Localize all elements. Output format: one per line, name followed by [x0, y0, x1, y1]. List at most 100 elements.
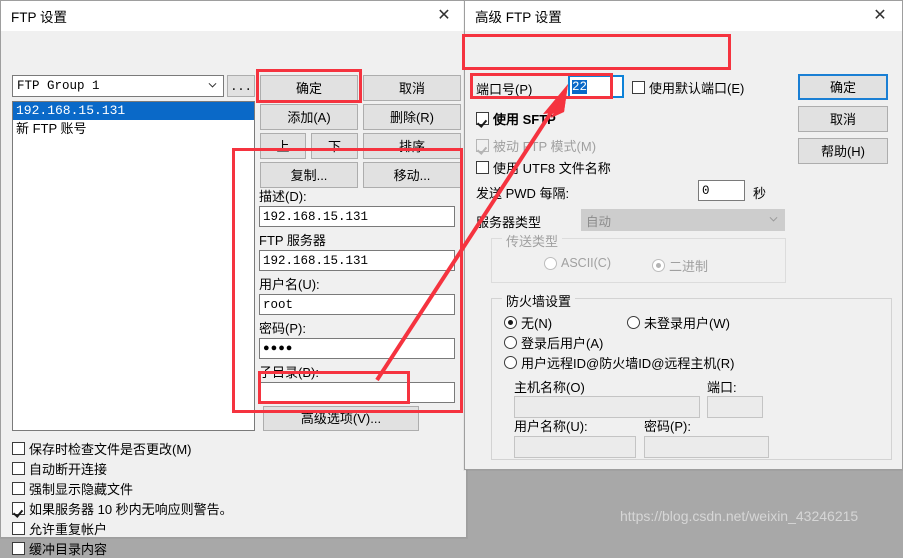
- subdirectory-label: 子目录(B):: [259, 365, 319, 380]
- use-default-port-label: 使用默认端口(E): [649, 81, 745, 96]
- ftp-account-list[interactable]: 192.168.15.131 新 FTP 账号: [12, 101, 255, 431]
- checkbox-icon[interactable]: [476, 112, 489, 125]
- advanced-options-button[interactable]: 高级选项(V)...: [263, 406, 419, 431]
- port-input[interactable]: 22: [568, 75, 624, 98]
- advanced-ftp-titlebar: 高级 FTP 设置 ✕: [465, 1, 902, 31]
- firewall-radio-notlogged[interactable]: 未登录用户(W): [627, 313, 730, 332]
- server-type-value: 自动: [586, 214, 612, 229]
- firewall-port-label: 端口:: [707, 380, 737, 395]
- list-item[interactable]: 192.168.15.131: [13, 102, 254, 120]
- send-pwd-input[interactable]: 0: [698, 180, 745, 201]
- username-input[interactable]: root: [259, 294, 455, 315]
- transfer-ascii-label: ASCII(C): [561, 256, 611, 270]
- firewall-radio-none[interactable]: 无(N): [504, 313, 552, 332]
- description-input[interactable]: 192.168.15.131: [259, 206, 455, 227]
- advanced-cancel-button[interactable]: 取消: [798, 106, 888, 132]
- close-icon[interactable]: ✕: [422, 1, 466, 31]
- firewall-pass-label: 密码(P):: [644, 419, 691, 434]
- ftp-settings-title: FTP 设置: [11, 10, 68, 25]
- radio-icon[interactable]: [627, 316, 640, 329]
- radio-icon[interactable]: [504, 336, 517, 349]
- option-label: 允许重复帐户: [29, 522, 108, 537]
- option-row[interactable]: 保存时检查文件是否更改(M): [12, 439, 192, 458]
- option-row[interactable]: 缓冲目录内容: [12, 539, 107, 558]
- option-label: 缓冲目录内容: [29, 542, 108, 557]
- option-row[interactable]: 自动断开连接: [12, 459, 107, 478]
- move-up-button[interactable]: 上: [260, 133, 306, 159]
- username-label: 用户名(U):: [259, 277, 320, 292]
- ftp-group-combo[interactable]: FTP Group 1: [12, 75, 224, 97]
- advanced-ok-button[interactable]: 确定: [798, 74, 888, 100]
- firewall-user-label: 用户名称(U):: [514, 419, 588, 434]
- firewall-user-input[interactable]: [514, 436, 636, 458]
- option-label: 如果服务器 10 秒内无响应则警告。: [29, 502, 233, 517]
- passive-ftp-row: 被动 FTP 模式(M): [476, 136, 596, 155]
- remove-button[interactable]: 删除(R): [363, 104, 461, 130]
- sort-button[interactable]: 排序: [363, 133, 461, 159]
- option-row[interactable]: 如果服务器 10 秒内无响应则警告。: [12, 499, 233, 518]
- checkbox-icon[interactable]: [12, 482, 25, 495]
- firewall-radio-remoteid[interactable]: 用户远程ID@防火墙ID@远程主机(R): [504, 353, 734, 372]
- firewall-host-label: 主机名称(O): [514, 380, 585, 395]
- advanced-ftp-window: 高级 FTP 设置 ✕ 端口号(P) 22 使用默认端口(E) 使用 SFTP …: [464, 0, 903, 470]
- transfer-binary-row: 二进制: [652, 256, 708, 275]
- option-label: 强制显示隐藏文件: [29, 482, 134, 497]
- password-input[interactable]: ●●●●: [259, 338, 455, 359]
- watermark: https://blog.csdn.net/weixin_43246215: [620, 508, 859, 524]
- checkbox-icon[interactable]: [12, 502, 25, 515]
- ftp-server-input[interactable]: 192.168.15.131: [259, 250, 455, 271]
- checkbox-icon[interactable]: [12, 462, 25, 475]
- chevron-down-icon: [208, 82, 217, 88]
- close-icon[interactable]: ✕: [858, 1, 902, 31]
- add-button[interactable]: 添加(A): [260, 104, 358, 130]
- radio-icon[interactable]: [504, 316, 517, 329]
- option-row[interactable]: 允许重复帐户: [12, 519, 107, 538]
- checkbox-icon[interactable]: [12, 542, 25, 555]
- checkbox-icon[interactable]: [632, 81, 645, 94]
- radio-icon[interactable]: [504, 356, 517, 369]
- advanced-help-button[interactable]: 帮助(H): [798, 138, 888, 164]
- firewall-radio-afterlogin[interactable]: 登录后用户(A): [504, 333, 603, 352]
- port-input-value: 22: [572, 79, 588, 94]
- server-type-label: 服务器类型: [476, 215, 542, 230]
- firewall-host-input[interactable]: [514, 396, 700, 418]
- radio-icon: [544, 256, 557, 270]
- passive-ftp-label: 被动 FTP 模式(M): [493, 139, 597, 154]
- move-button[interactable]: 移动...: [363, 162, 461, 188]
- list-item[interactable]: 新 FTP 账号: [13, 120, 254, 138]
- firewall-title: 防火墙设置: [502, 291, 576, 310]
- transfer-type-group: 传送类型 ASCII(C) 二进制: [491, 231, 786, 283]
- subdirectory-input[interactable]: [259, 382, 455, 403]
- option-label: 自动断开连接: [29, 462, 108, 477]
- ok-button[interactable]: 确定: [260, 75, 358, 101]
- checkbox-icon[interactable]: [476, 161, 489, 174]
- use-utf8-label: 使用 UTF8 文件名称: [493, 161, 611, 176]
- firewall-radio-label: 未登录用户(W): [644, 316, 730, 331]
- checkbox-icon[interactable]: [12, 522, 25, 535]
- copy-button[interactable]: 复制...: [260, 162, 358, 188]
- send-pwd-label: 发送 PWD 每隔:: [476, 186, 570, 201]
- cancel-button[interactable]: 取消: [363, 75, 461, 101]
- move-down-button[interactable]: 下: [311, 133, 358, 159]
- ftp-server-label: FTP 服务器: [259, 233, 326, 248]
- chevron-down-icon: [769, 216, 778, 222]
- firewall-radio-label: 无(N): [521, 316, 553, 331]
- use-sftp-row[interactable]: 使用 SFTP: [476, 109, 556, 128]
- description-label: 描述(D):: [259, 189, 307, 204]
- ftp-settings-window: FTP 设置 ✕ FTP Group 1 ... 192.168.15.131 …: [0, 0, 467, 557]
- browse-button[interactable]: ...: [227, 75, 255, 97]
- ftp-group-combo-value: FTP Group 1: [17, 79, 100, 93]
- send-pwd-unit: 秒: [753, 186, 767, 201]
- checkbox-icon[interactable]: [12, 442, 25, 455]
- checkbox-icon: [476, 139, 489, 152]
- use-utf8-row[interactable]: 使用 UTF8 文件名称: [476, 158, 611, 177]
- firewall-pass-input[interactable]: [644, 436, 769, 458]
- firewall-port-input[interactable]: [707, 396, 763, 418]
- option-row[interactable]: 强制显示隐藏文件: [12, 479, 133, 498]
- firewall-group: 防火墙设置 无(N) 未登录用户(W) 登录后用户(A) 用户远程ID@防火墙I…: [491, 291, 892, 460]
- transfer-binary-label: 二进制: [669, 259, 709, 274]
- ftp-settings-titlebar: FTP 设置 ✕: [1, 1, 466, 31]
- radio-icon: [652, 259, 665, 272]
- use-default-port-row[interactable]: 使用默认端口(E): [632, 78, 744, 97]
- advanced-ftp-title: 高级 FTP 设置: [475, 10, 562, 25]
